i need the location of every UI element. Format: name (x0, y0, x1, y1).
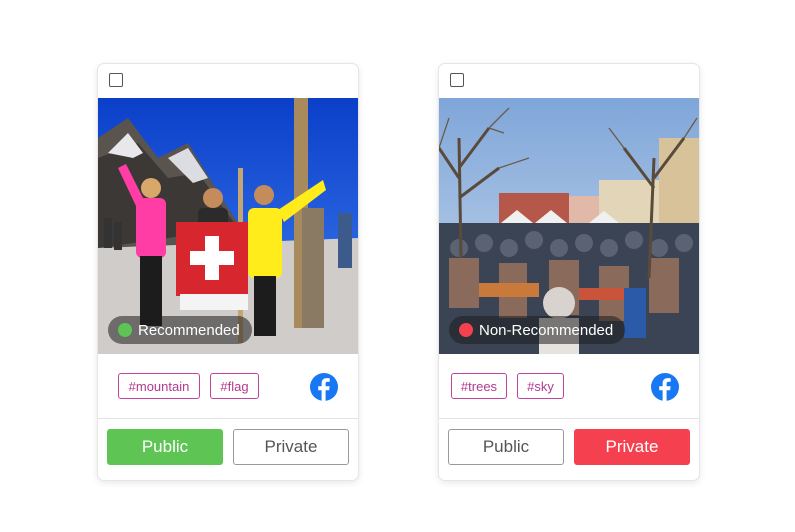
status-dot-icon (118, 323, 132, 337)
status-dot-icon (459, 323, 473, 337)
hashtag-chip[interactable]: #sky (517, 373, 564, 399)
status-label: Recommended (138, 321, 240, 339)
facebook-icon[interactable] (310, 373, 338, 401)
status-badge: Non-Recommended (449, 316, 626, 344)
tags-row: #mountain #flag (98, 354, 358, 419)
card-header (98, 64, 358, 98)
facebook-icon[interactable] (651, 373, 679, 401)
tags-row: #trees #sky (439, 354, 699, 419)
post-card-non-recommended: Non-Recommended #trees #sky Public Priva… (439, 64, 699, 480)
hashtag-chip[interactable]: #trees (451, 373, 507, 399)
status-label: Non-Recommended (479, 321, 614, 339)
post-photo: Recommended (98, 98, 358, 354)
private-button[interactable]: Private (233, 429, 349, 465)
private-button[interactable]: Private (574, 429, 690, 465)
public-button[interactable]: Public (107, 429, 223, 465)
post-photo: Non-Recommended (439, 98, 699, 354)
status-badge: Recommended (108, 316, 252, 344)
card-header (439, 64, 699, 98)
select-checkbox[interactable] (109, 73, 123, 87)
public-button[interactable]: Public (448, 429, 564, 465)
post-card-recommended: Recommended #mountain #flag Public Priva… (98, 64, 358, 480)
hashtag-chip[interactable]: #mountain (118, 373, 200, 399)
select-checkbox[interactable] (450, 73, 464, 87)
hashtag-chip[interactable]: #flag (210, 373, 259, 399)
